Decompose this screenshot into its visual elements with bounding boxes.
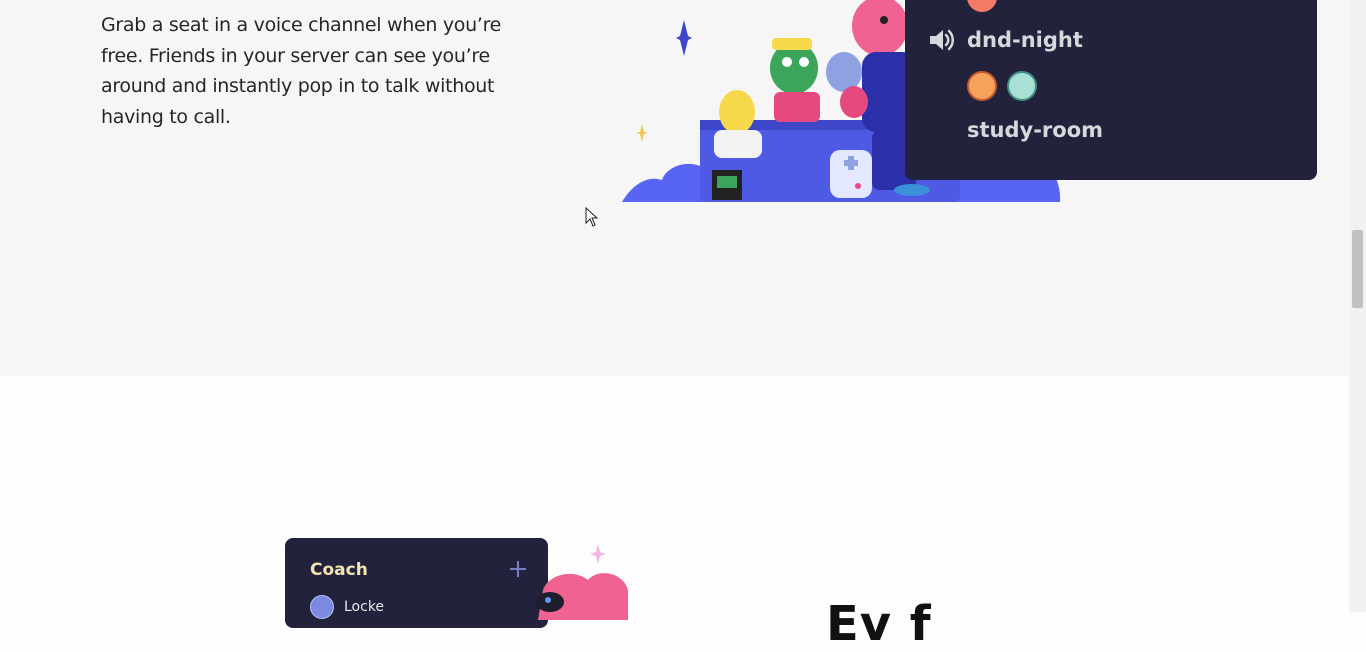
plus-icon[interactable]: [509, 560, 527, 578]
scrollbar-thumb[interactable]: [1352, 230, 1363, 308]
member-item[interactable]: Locke: [310, 595, 384, 619]
speaker-icon: [930, 29, 954, 51]
channel-name: study-room: [967, 118, 1104, 142]
member-name: Locke: [344, 599, 385, 615]
page-scrollbar[interactable]: [1349, 0, 1366, 612]
voice-channel-panel: dnd-night study-room: [905, 0, 1317, 180]
channel-name: dnd-night: [967, 28, 1083, 52]
coach-channel-card: Coach Locke: [285, 538, 548, 628]
mouse-cursor-icon: [585, 207, 599, 227]
sparkle-icon: [636, 124, 648, 142]
voice-channel-study-room[interactable]: study-room: [967, 118, 1103, 142]
section-heading: Ev f: [826, 596, 932, 652]
voice-channel-dnd-night[interactable]: dnd-night: [927, 25, 1083, 55]
avatar[interactable]: [967, 71, 997, 101]
sparkle-icon: [676, 20, 692, 56]
avatar[interactable]: [1007, 71, 1037, 101]
sparkle-icon: [590, 544, 606, 564]
pink-character-illustration: [536, 544, 628, 620]
feature-description: Grab a seat in a voice channel when you’…: [101, 14, 502, 128]
next-section: [0, 376, 1349, 612]
category-title: Coach: [310, 560, 368, 580]
avatar: [967, 0, 997, 12]
avatar: [310, 595, 334, 619]
